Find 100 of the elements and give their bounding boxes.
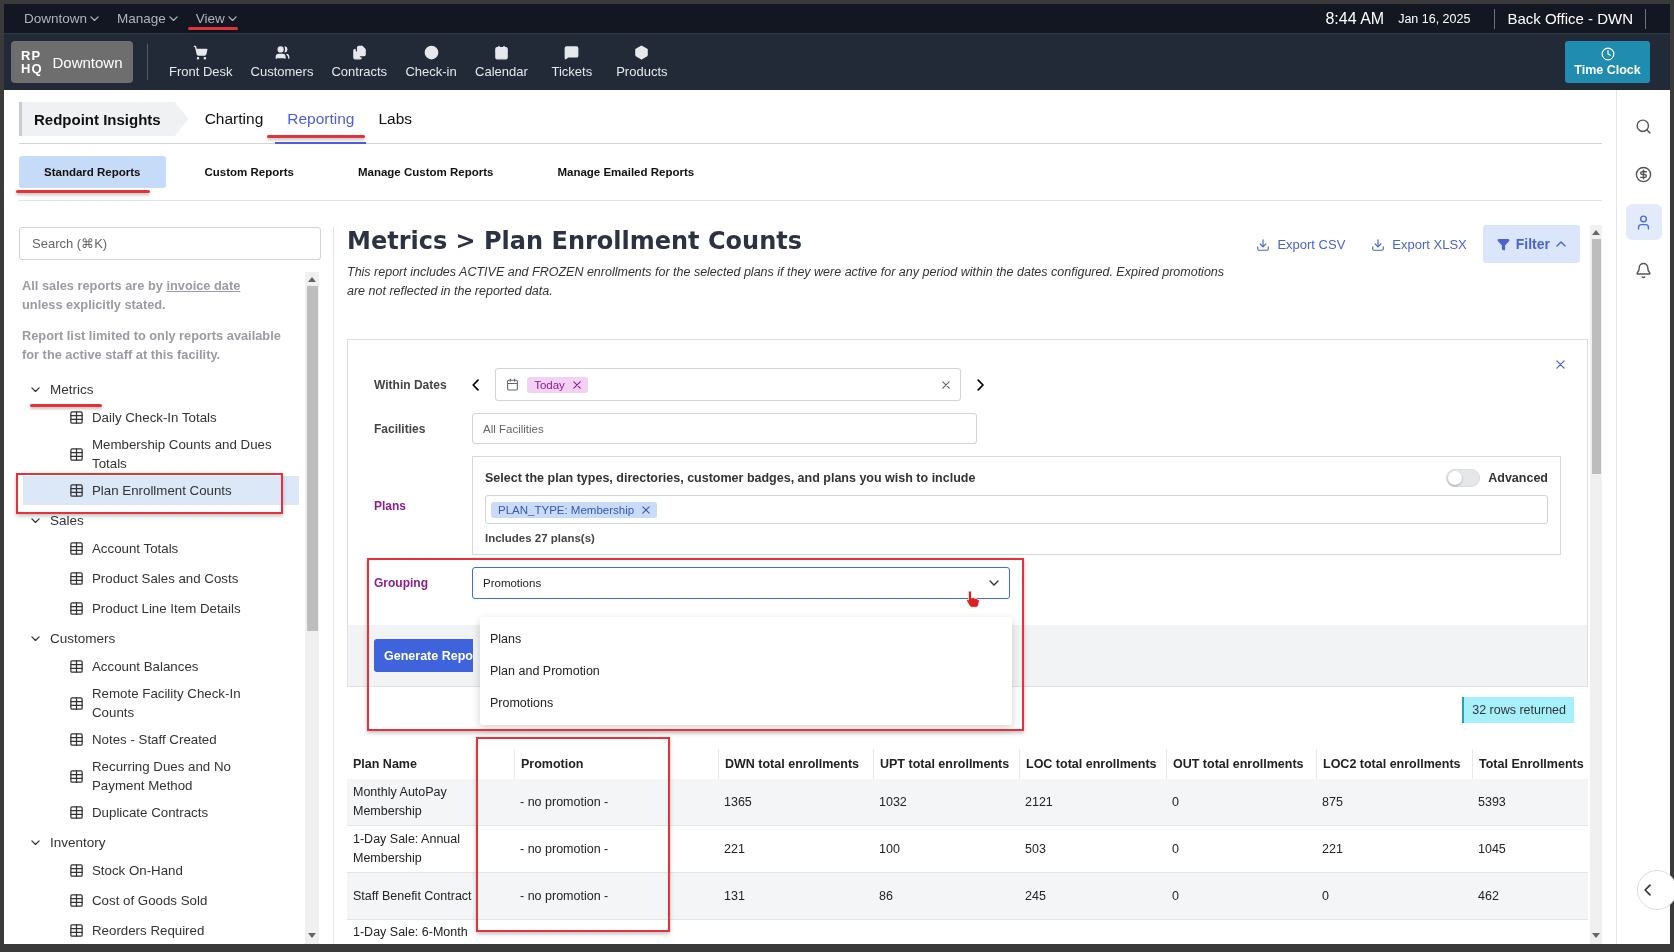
table-cell: 1-Day Sale: 6-Month [353,925,468,939]
tree-category[interactable]: Inventory [19,829,305,856]
report-item[interactable]: Plan Enrollment Counts [23,476,299,505]
report-item[interactable]: Daily Check-In Totals [23,403,299,432]
dropdown-option[interactable]: Promotions [480,687,1012,719]
column-header[interactable]: Plan Name [347,749,514,779]
chevron-down-icon [227,15,237,22]
scrollbar[interactable] [1590,225,1602,944]
report-item[interactable]: Duplicate Contracts [23,798,299,827]
export-button[interactable]: Export CSV [1246,225,1356,264]
tree-category[interactable]: Customers [19,625,305,652]
table-cell: 86 [873,873,1019,920]
date-field[interactable]: Today [495,368,962,401]
field-label: Plans [374,498,407,513]
breadcrumb-home[interactable]: Redpoint Insights [19,102,189,136]
menu-item[interactable]: Manage [117,11,178,26]
rows-returned-badge: 32 rows returned [1462,697,1574,723]
scrollbar[interactable] [305,272,319,944]
chevron-down-icon [31,839,40,846]
chevron-down-icon [31,386,40,393]
table-cell: 1365 [718,779,873,826]
report-item[interactable]: Account Balances [23,652,299,681]
table-cell: 131 [718,873,873,920]
nav-item[interactable]: Customers [241,45,323,79]
table-icon [69,863,84,878]
cart-icon [193,45,209,60]
previous-icon[interactable] [472,378,480,391]
nav-item[interactable]: Contracts [322,45,397,79]
report-item[interactable]: Product Sales and Costs [23,564,299,593]
report-item[interactable]: Recurring Dues and No Payment Method [23,755,299,797]
nav-item[interactable]: Calendar [466,45,537,79]
collapse-button[interactable] [1637,870,1674,910]
sub-tab[interactable]: Manage Custom Reports [332,156,519,188]
table-cell: 5393 [1472,779,1588,826]
table-icon [69,805,84,820]
report-item[interactable]: Reorders Required [23,916,299,944]
report-item[interactable]: Account Totals [23,534,299,563]
table-cell: - no promotion - [514,873,718,920]
dropdown-option[interactable]: Plan and Promotion [480,655,1012,687]
tab[interactable]: Labs [366,95,425,144]
table-icon [69,571,84,586]
report-item[interactable]: Cost of Goods Sold [23,886,299,915]
nav-item[interactable]: Tickets [536,45,607,79]
remove-icon[interactable] [642,505,651,514]
table-icon [69,893,84,908]
time-clock-button[interactable]: Time Clock [1565,41,1650,83]
report-item[interactable]: Membership Counts and Dues Totals [23,433,299,475]
plans-field[interactable]: PLAN_TYPE: Membership [485,495,1548,524]
close-icon[interactable] [1556,360,1565,369]
table-cell: 1032 [873,779,1019,826]
chevron-down-icon [31,517,40,524]
filter-button[interactable]: Filter [1482,225,1580,263]
nav-item[interactable]: Products [606,45,677,79]
grouping-select[interactable]: Promotions [472,567,1010,599]
report-item[interactable]: Notes - Staff Created [23,725,299,754]
table-cell: 0 [1166,873,1316,920]
nav-item[interactable]: Front Desk [160,45,242,79]
table-icon [69,659,84,674]
clock-icon [1600,47,1615,61]
menu-item[interactable]: View [195,11,237,26]
toggle-label: Advanced [1488,471,1548,485]
download-icon [1256,237,1271,252]
chevron-down-icon [90,15,100,22]
clear-icon[interactable] [942,380,951,389]
table-cell: 875 [1316,779,1472,826]
remove-icon[interactable] [572,380,581,389]
facilities-field[interactable]: All Facilities [472,413,977,444]
user-icon[interactable] [1625,204,1662,240]
info-note: All sales reports are by invoice date unless explicitly stated. [22,277,242,314]
field-label: Facilities [374,421,427,436]
report-item[interactable]: Remote Facility Check-In Counts [23,682,299,724]
field-label: Within Dates [374,377,448,392]
tree-category[interactable]: Metrics [19,376,305,403]
table-cell: - no promotion - [514,779,718,826]
tree-category[interactable]: Sales [19,507,305,534]
nav-item[interactable]: Check-in [396,45,467,79]
table-icon [69,732,84,747]
sub-tab[interactable]: Standard Reports [19,156,166,188]
next-icon[interactable] [977,378,985,391]
table-icon [69,541,84,556]
dropdown-option[interactable]: Plans [480,623,1012,655]
funnel-icon [1496,237,1510,251]
table-icon [69,695,84,711]
chevron-down-icon [989,580,999,586]
sub-tab[interactable]: Manage Emailed Reports [532,156,720,188]
sub-tab[interactable]: Custom Reports [179,156,319,188]
generate-report-button[interactable]: Generate Repo [374,639,473,672]
tab[interactable]: Charting [192,95,276,144]
search-field[interactable]: Search (⌘K) [19,227,321,260]
report-item[interactable]: Stock On-Hand [23,856,299,885]
advanced-toggle[interactable] [1446,469,1481,487]
table-cell: 245 [1019,873,1166,920]
menu-item[interactable]: Downtown [24,11,100,26]
annotation-underline [30,404,102,407]
export-button[interactable]: Export XLSX [1361,225,1477,264]
report-description: This report includes ACTIVE and FROZEN enrollments for the selected plans if they were active for any period within the dates configured. Expired promotions are not reflected in the reported data. [347,264,1226,300]
report-item[interactable]: Product Line Item Details [23,594,299,623]
table-cell: Staff Benefit Contract [347,873,514,920]
table-icon [69,601,84,616]
plans-prompt: Select the plan types, directories, customer badges, and plans you wish to include [485,471,977,485]
